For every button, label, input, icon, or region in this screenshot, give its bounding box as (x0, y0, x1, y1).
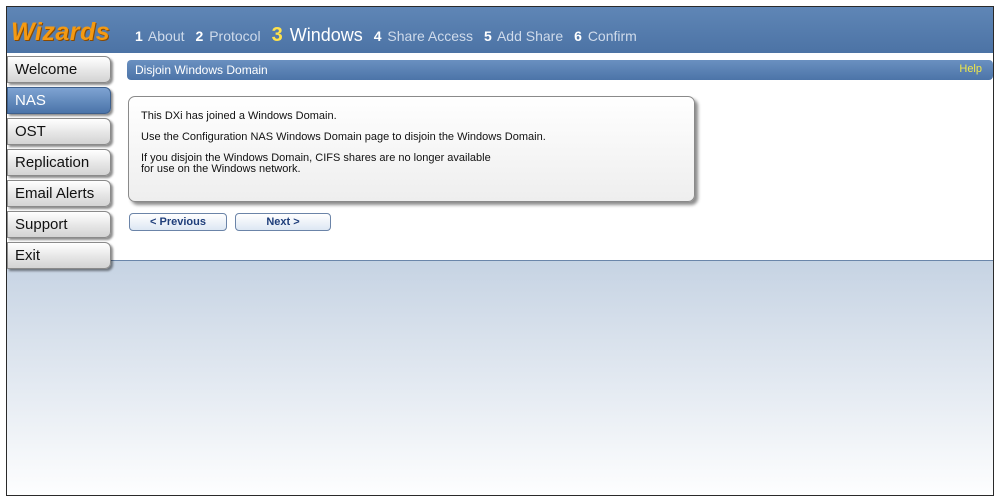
step-about[interactable]: 1 About (135, 28, 185, 44)
step-windows[interactable]: 3 Windows (272, 24, 363, 47)
panel-title: Disjoin Windows Domain (135, 63, 268, 77)
sidebar-nav: Welcome NAS OST Replication Email Alerts… (7, 56, 117, 273)
step-confirm[interactable]: 6 Confirm (574, 28, 637, 44)
sidebar-item-replication[interactable]: Replication (7, 149, 111, 176)
sidebar-item-nas[interactable]: NAS (7, 87, 111, 114)
message-box: This DXi has joined a Windows Domain. Us… (128, 96, 695, 202)
wizard-window: Wizards 1 About 2 Protocol 3 Windows 4 S… (6, 6, 994, 496)
step-label: Add Share (496, 28, 564, 44)
sidebar-item-support[interactable]: Support (7, 211, 111, 238)
step-label: Protocol (209, 28, 261, 44)
message-line: This DXi has joined a Windows Domain. (141, 110, 337, 122)
step-number: 6 (574, 28, 582, 44)
panel-title-bar: Disjoin Windows Domain Help (127, 60, 993, 80)
step-number: 3 (271, 24, 283, 46)
step-add-share[interactable]: 5 Add Share (484, 28, 563, 44)
next-button[interactable]: Next > (235, 213, 331, 231)
content-background (7, 260, 993, 495)
wizards-logo: Wizards (11, 18, 111, 46)
step-number: 1 (135, 28, 143, 44)
message-line: Use the Configuration NAS Windows Domain… (141, 131, 546, 143)
sidebar-item-ost[interactable]: OST (7, 118, 111, 145)
step-number: 5 (484, 28, 492, 44)
wizard-steps: 1 About 2 Protocol 3 Windows 4 Share Acc… (135, 24, 648, 48)
step-label: About (147, 28, 185, 44)
step-protocol[interactable]: 2 Protocol (196, 28, 261, 44)
sidebar-item-welcome[interactable]: Welcome (7, 56, 111, 83)
step-share-access[interactable]: 4 Share Access (374, 28, 473, 44)
step-number: 2 (195, 28, 204, 44)
step-label: Share Access (387, 28, 474, 44)
help-link[interactable]: Help (959, 63, 982, 75)
step-label: Windows (289, 25, 363, 45)
message-line: for use on the Windows network. (141, 163, 301, 175)
sidebar-item-email-alerts[interactable]: Email Alerts (7, 180, 111, 207)
previous-button[interactable]: < Previous (129, 213, 227, 231)
sidebar-item-exit[interactable]: Exit (7, 242, 111, 269)
step-label: Confirm (587, 28, 637, 44)
header-bar: Wizards 1 About 2 Protocol 3 Windows 4 S… (7, 7, 993, 53)
step-number: 4 (373, 28, 382, 44)
